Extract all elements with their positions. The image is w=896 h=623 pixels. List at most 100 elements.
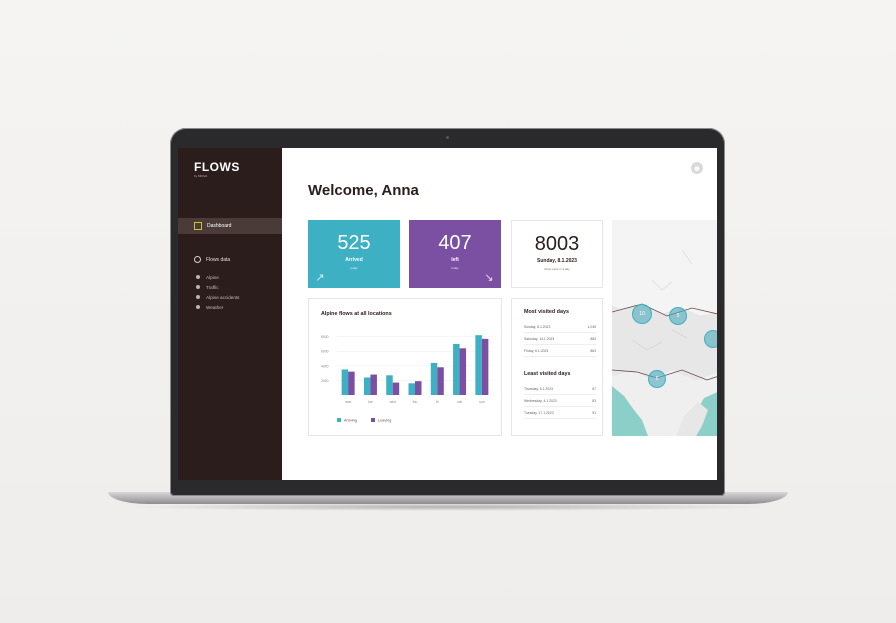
bullet-icon	[196, 285, 200, 289]
least-visited-list: Thursday, 5.1.2023 67 Wednesday, 4.1.2023…	[524, 383, 596, 419]
sidebar-item-label: Alpine accidents	[206, 294, 240, 300]
arrow-up-right-icon: ↗	[315, 272, 325, 284]
legend-swatch	[337, 418, 341, 422]
sidebar-item-label: Alpine	[206, 274, 219, 280]
avatar[interactable]: ☻	[691, 162, 703, 174]
total-sub: Most visits in a day	[544, 267, 570, 271]
left-card[interactable]: 407 left today ↘	[409, 220, 501, 288]
bar-leaving-sun[interactable]	[481, 338, 489, 395]
sidebar-item-label: Weather	[206, 304, 224, 310]
map-cluster[interactable]: 6	[648, 370, 666, 388]
list-item: Tuesday, 17.1.2023 91	[524, 407, 596, 419]
bar-arriving-mon[interactable]	[341, 369, 349, 395]
list-item: Friday, 6.1.2023 863	[524, 345, 596, 357]
list-item: Saturday, 14.1.2023 884	[524, 333, 596, 345]
bar-arriving-wed[interactable]	[386, 375, 393, 395]
row-date: Saturday, 14.1.2023	[524, 336, 555, 341]
most-visited-title: Most visited days	[524, 309, 569, 315]
row-value: 67	[592, 386, 596, 391]
bar-arriving-sun[interactable]	[475, 335, 482, 395]
sidebar-item-label: Flows data	[206, 256, 231, 263]
bar-arriving-tue[interactable]	[363, 377, 371, 395]
bar-leaving-mon[interactable]	[348, 371, 355, 395]
map-cluster[interactable]: 5	[669, 307, 687, 325]
bar-leaving-wed[interactable]	[392, 382, 400, 395]
laptop-lid: FLOWS by MIDVA Dashboard Flows data Alpi…	[170, 128, 725, 496]
list-item: Wednesday, 4.1.2023 83	[524, 395, 596, 407]
bar-arriving-fri[interactable]	[430, 362, 438, 395]
x-tick-label: mon	[345, 400, 352, 404]
row-value: 83	[592, 398, 596, 403]
flows-chart-card: Alpine flows at all locations 8000 6000 40…	[308, 298, 502, 436]
map-cluster[interactable]	[704, 330, 717, 348]
user-icon: ☻	[692, 163, 702, 173]
x-tick-label: sat	[457, 400, 462, 404]
map-canvas	[612, 220, 717, 436]
sidebar-subnav: Alpine Traffic Alpine accidents Weather	[196, 272, 239, 312]
x-tick-label: thu	[413, 400, 418, 404]
x-tick-label: fri	[436, 400, 439, 404]
row-value: 1,045	[587, 324, 597, 329]
row-date: Wednesday, 4.1.2023	[524, 398, 557, 403]
bullet-icon	[196, 275, 200, 279]
left-value: 407	[438, 232, 472, 254]
arrived-card[interactable]: 525 Arrived today ↗	[308, 220, 400, 288]
sidebar-item-alpine-accidents[interactable]: Alpine accidents	[196, 292, 239, 302]
total-value: 8003	[534, 233, 580, 255]
list-item: Sunday, 8.1.2023 1,045	[524, 321, 596, 333]
flows-bar-chart: 8000 6000 4000 2000 mon tue wed thu fri sat sun Arr…	[321, 335, 493, 423]
arrived-sub: today	[350, 266, 358, 270]
sidebar: FLOWS by MIDVA Dashboard Flows data Alpi…	[178, 148, 282, 480]
sidebar-item-label: Traffic	[206, 284, 219, 290]
bar-arriving-thu[interactable]	[408, 383, 416, 395]
arrived-value: 525	[337, 232, 371, 254]
left-label: left	[451, 257, 459, 263]
sidebar-item-dashboard[interactable]: Dashboard	[178, 218, 282, 234]
bullet-icon	[196, 305, 200, 309]
bullet-icon	[196, 295, 200, 299]
x-tick-label: wed	[390, 400, 396, 404]
legend-swatch	[371, 418, 375, 422]
app-logo[interactable]: FLOWS	[194, 160, 240, 174]
app-logo-sub: by MIDVA	[194, 174, 208, 178]
bar-leaving-tue[interactable]	[370, 374, 377, 395]
row-date: Thursday, 5.1.2023	[524, 386, 553, 391]
sidebar-item-alpine[interactable]: Alpine	[196, 272, 239, 282]
arrived-label: Arrived	[345, 257, 363, 263]
sidebar-item-weather[interactable]: Weather	[196, 302, 239, 312]
visited-days-card: Most visited days Sunday, 8.1.2023 1,045 …	[511, 298, 603, 436]
total-date: Sunday, 8.1.2023	[537, 258, 577, 264]
total-card[interactable]: 8003 Sunday, 8.1.2023 Most visits in a d…	[511, 220, 603, 288]
bar-leaving-thu[interactable]	[415, 381, 422, 395]
page-title: Welcome, Anna	[308, 182, 419, 199]
camera-icon	[446, 136, 449, 139]
x-tick-label: tue	[368, 400, 373, 404]
sidebar-item-flows-data[interactable]: Flows data	[194, 256, 230, 263]
y-tick-label: 4000	[321, 364, 329, 368]
map-panel[interactable]: 10 5 6	[612, 220, 717, 436]
row-date: Tuesday, 17.1.2023	[524, 410, 554, 415]
clock-icon	[194, 256, 201, 263]
dashboard-icon	[194, 222, 202, 230]
least-visited-title: Least visited days	[524, 371, 571, 377]
most-visited-list: Sunday, 8.1.2023 1,045 Saturday, 14.1.202…	[524, 321, 596, 357]
left-sub: today	[451, 266, 459, 270]
y-tick-label: 8000	[321, 335, 329, 339]
legend-label: Leaving	[378, 419, 391, 423]
map-cluster[interactable]: 10	[632, 304, 652, 324]
arrow-down-right-icon: ↘	[484, 272, 494, 284]
row-value: 863	[590, 348, 596, 353]
bar-leaving-sat[interactable]	[459, 348, 467, 395]
legend-label: Arriving	[344, 419, 357, 423]
list-item: Thursday, 5.1.2023 67	[524, 383, 596, 395]
row-value: 91	[592, 410, 596, 415]
sidebar-item-traffic[interactable]: Traffic	[196, 282, 239, 292]
row-date: Sunday, 8.1.2023	[524, 324, 551, 329]
bar-arriving-sat[interactable]	[453, 343, 460, 395]
bar-leaving-fri[interactable]	[437, 367, 444, 395]
laptop-shadow	[120, 503, 776, 511]
x-tick-label: sun	[479, 400, 485, 404]
row-value: 884	[590, 336, 596, 341]
main-content: ☻ Welcome, Anna 525 Arrived today ↗ 407 …	[282, 148, 717, 480]
background: FLOWS by MIDVA Dashboard Flows data Alpi…	[0, 0, 896, 623]
